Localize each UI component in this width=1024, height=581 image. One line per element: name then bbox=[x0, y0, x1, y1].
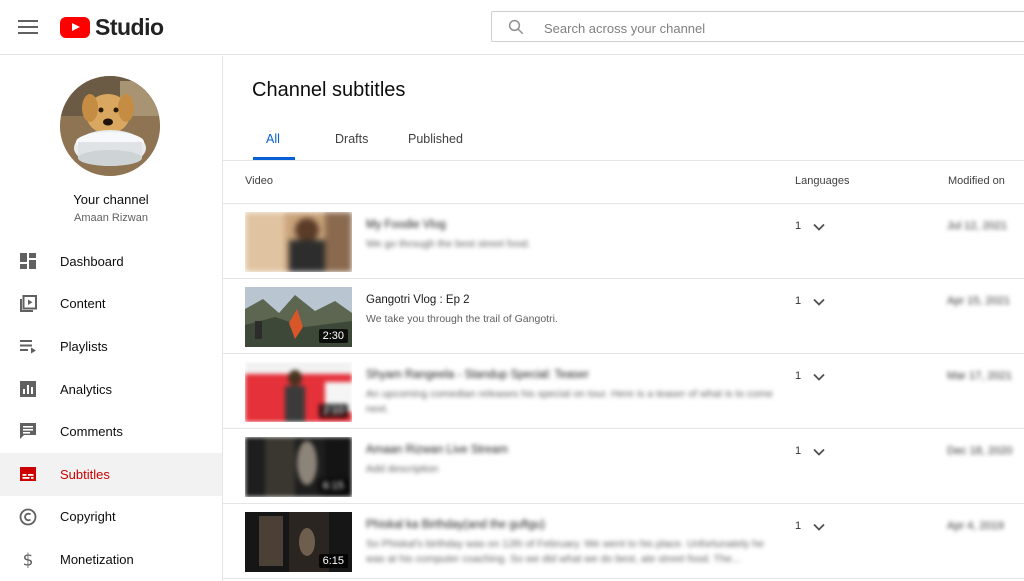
active-tab-indicator bbox=[253, 157, 295, 160]
sidebar-item-content[interactable]: Content bbox=[0, 283, 222, 326]
chevron-down-icon[interactable] bbox=[812, 520, 826, 534]
modified-date: Apr 4, 2019 bbox=[947, 520, 1004, 532]
column-header-languages[interactable]: Languages bbox=[795, 175, 849, 187]
table-row[interactable]: 2:10 Shyam Rangeela - Standup Special: T… bbox=[223, 354, 1024, 429]
search-input[interactable] bbox=[542, 17, 986, 39]
column-header-video: Video bbox=[245, 175, 273, 187]
sidebar-item-label: Comments bbox=[60, 424, 123, 440]
sidebar-item-label: Subtitles bbox=[60, 466, 110, 482]
column-header-modified[interactable]: Modified on bbox=[948, 175, 1005, 187]
subtitles-icon bbox=[20, 466, 36, 481]
video-description: An upcoming comedian releases his specia… bbox=[366, 388, 773, 415]
video-title[interactable]: Gangotri Vlog : Ep 2 bbox=[366, 294, 470, 306]
youtube-logo-icon bbox=[60, 17, 90, 38]
video-duration: 6:15 bbox=[318, 479, 348, 493]
video-thumbnail[interactable] bbox=[245, 212, 352, 272]
table-row[interactable]: 6:15 Phiskal ka Birthday(and the guftgu)… bbox=[223, 504, 1024, 579]
table-row[interactable]: 6:15 Amaan Rizwan Live Stream Add descri… bbox=[223, 429, 1024, 504]
copyright-icon bbox=[19, 508, 37, 525]
sidebar-item-dashboard[interactable]: Dashboard bbox=[0, 240, 222, 283]
sidebar-item-monetization[interactable]: $ Monetization bbox=[0, 538, 222, 581]
monetization-icon: $ bbox=[23, 551, 34, 569]
sidebar-item-playlists[interactable]: Playlists bbox=[0, 325, 222, 368]
playlists-icon bbox=[20, 340, 36, 354]
sidebar-item-label: Playlists bbox=[60, 338, 108, 354]
your-channel-label[interactable]: Your channel bbox=[0, 192, 222, 207]
video-duration: 2:30 bbox=[318, 329, 348, 343]
content-icon bbox=[20, 294, 37, 312]
sidebar: Your channel Amaan Rizwan Dashboard Cont… bbox=[0, 56, 223, 581]
sidebar-item-label: Analytics bbox=[60, 381, 113, 397]
app-name: Studio bbox=[95, 14, 164, 40]
video-description: We take you through the trail of Gangotr… bbox=[366, 313, 558, 325]
language-count: 1 bbox=[795, 520, 802, 532]
sidebar-item-label: Copyright bbox=[60, 509, 116, 525]
dog-photo-icon bbox=[60, 76, 160, 176]
channel-avatar[interactable] bbox=[60, 76, 160, 176]
sidebar-item-label: Content bbox=[60, 296, 106, 312]
tab-drafts[interactable]: Drafts bbox=[335, 132, 368, 146]
video-duration: 6:15 bbox=[318, 554, 348, 568]
analytics-icon bbox=[20, 380, 36, 397]
language-count: 1 bbox=[795, 295, 802, 307]
modified-date: Dec 18, 2020 bbox=[947, 445, 1013, 457]
video-description: We go through the best street food. bbox=[366, 238, 531, 250]
video-duration: 2:10 bbox=[318, 404, 348, 418]
comments-icon bbox=[20, 423, 36, 440]
tab-published[interactable]: Published bbox=[408, 132, 463, 146]
svg-text:$: $ bbox=[23, 551, 34, 569]
modified-date: Jul 12, 2021 bbox=[947, 220, 1007, 232]
language-count: 1 bbox=[795, 370, 802, 382]
chevron-down-icon[interactable] bbox=[812, 295, 826, 309]
sidebar-item-subtitles[interactable]: Subtitles bbox=[0, 452, 222, 496]
chevron-down-icon[interactable] bbox=[812, 445, 826, 459]
video-thumbnail[interactable]: 2:10 bbox=[245, 362, 352, 422]
video-description: Add description bbox=[366, 463, 439, 475]
language-count: 1 bbox=[795, 220, 802, 232]
chevron-down-icon[interactable] bbox=[812, 370, 826, 384]
chevron-down-icon[interactable] bbox=[812, 220, 826, 234]
sidebar-nav: Dashboard Content Playlists Analytics Co… bbox=[0, 240, 222, 581]
modified-date: Apr 15, 2021 bbox=[947, 295, 1010, 307]
sidebar-item-label: Monetization bbox=[60, 551, 134, 567]
video-title[interactable]: Amaan Rizwan Live Stream bbox=[366, 444, 508, 456]
tab-bar: All Drafts Published bbox=[223, 126, 1024, 161]
video-thumbnail[interactable]: 2:30 bbox=[245, 287, 352, 347]
sidebar-item-comments[interactable]: Comments bbox=[0, 410, 222, 453]
channel-name: Amaan Rizwan bbox=[74, 212, 148, 224]
studio-logo[interactable]: Studio bbox=[60, 14, 164, 41]
video-thumbnail[interactable]: 6:15 bbox=[245, 512, 352, 572]
video-title[interactable]: Shyam Rangeela - Standup Special: Teaser bbox=[366, 369, 589, 381]
sidebar-item-analytics[interactable]: Analytics bbox=[0, 368, 222, 411]
sidebar-item-copyright[interactable]: Copyright bbox=[0, 496, 222, 539]
table-row[interactable]: My Foodie Vlog We go through the best st… bbox=[223, 204, 1024, 279]
top-bar: Studio bbox=[0, 0, 1024, 55]
search-box[interactable] bbox=[491, 11, 1024, 42]
search-icon bbox=[508, 19, 524, 35]
video-description: So Phiskal's birthday was on 12th of Feb… bbox=[366, 538, 764, 565]
hamburger-menu-icon[interactable] bbox=[18, 17, 38, 37]
main-content: Channel subtitles All Drafts Published V… bbox=[223, 56, 1024, 581]
sidebar-item-label: Dashboard bbox=[60, 253, 124, 269]
tab-all[interactable]: All bbox=[266, 132, 280, 146]
video-thumbnail[interactable]: 6:15 bbox=[245, 437, 352, 497]
video-title[interactable]: My Foodie Vlog bbox=[366, 219, 446, 231]
video-title[interactable]: Phiskal ka Birthday(and the guftgu) bbox=[366, 519, 545, 531]
dashboard-icon bbox=[20, 253, 36, 269]
language-count: 1 bbox=[795, 445, 802, 457]
table-row[interactable]: 2:30 Gangotri Vlog : Ep 2 We take you th… bbox=[223, 279, 1024, 354]
page-title: Channel subtitles bbox=[252, 79, 406, 101]
modified-date: Mar 17, 2021 bbox=[947, 370, 1012, 382]
